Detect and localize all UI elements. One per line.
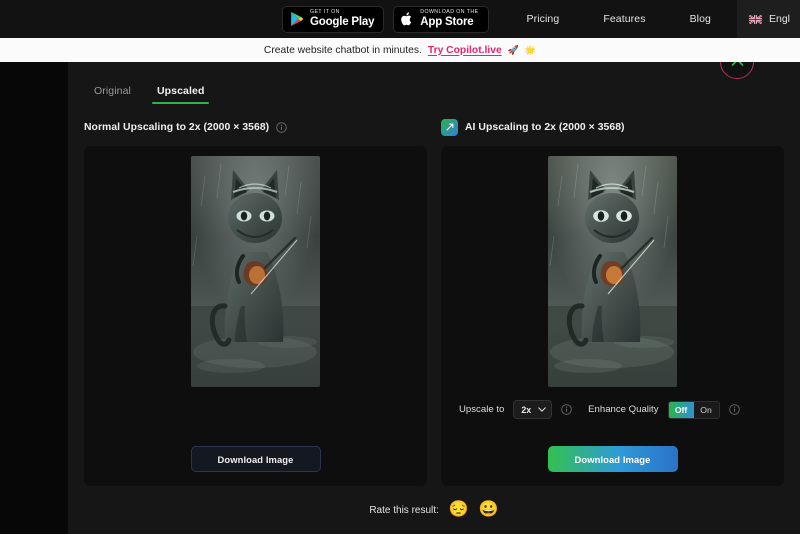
chevron-down-icon	[538, 407, 546, 412]
left-sidebar	[0, 62, 68, 534]
ai-upscaling-header: AI Upscaling to 2x (2000 × 3568)	[441, 117, 784, 137]
app-store-label: App Store	[420, 15, 474, 28]
promo-banner: Create website chatbot in minutes. Try C…	[0, 38, 800, 62]
tab-original[interactable]: Original	[84, 82, 141, 104]
enhance-quality-off-option[interactable]: Off	[668, 401, 694, 418]
sparkle-icon: 🌟	[524, 44, 537, 55]
uk-flag-icon	[748, 14, 762, 24]
upscale-factor-select[interactable]: 2x	[513, 400, 553, 419]
ai-upscaling-column: AI Upscaling to 2x (2000 × 3568) Upscale…	[441, 117, 784, 486]
enhance-quality-on-option[interactable]: On	[693, 401, 719, 418]
normal-upscaling-column: Normal Upscaling to 2x (2000 × 3568) Dow…	[84, 117, 427, 486]
ai-upscaling-title: AI Upscaling to 2x (2000 × 3568)	[465, 121, 625, 133]
cat-violinist-artwork	[191, 156, 320, 387]
nav-item-blog[interactable]: Blog	[668, 13, 733, 25]
expand-arrow-icon	[446, 123, 453, 131]
rate-result-row: Rate this result: 😔 😀	[68, 502, 800, 518]
nav-item-pricing[interactable]: Pricing	[505, 13, 582, 25]
app-window: GET IT ON Google Play Download on the Ap…	[0, 0, 800, 534]
tab-upscaled[interactable]: Upscaled	[147, 82, 215, 104]
top-navigation-bar: GET IT ON Google Play Download on the Ap…	[0, 0, 800, 38]
normal-upscaling-header: Normal Upscaling to 2x (2000 × 3568)	[84, 117, 427, 137]
info-circle-icon[interactable]	[276, 121, 287, 133]
language-label: Engl	[768, 13, 790, 25]
ai-upscaled-image[interactable]	[548, 156, 677, 387]
nav-item-features[interactable]: Features	[581, 13, 667, 25]
normal-upscaling-card: Download Image	[84, 146, 427, 486]
app-store-small-label: Download on the	[420, 8, 479, 15]
ai-upscaling-card: Upscale to 2x Enhance Quality Off On Dow…	[441, 146, 784, 486]
google-play-badge[interactable]: GET IT ON Google Play	[282, 5, 385, 33]
google-play-icon	[291, 12, 304, 26]
language-selector[interactable]: Engl	[736, 0, 800, 38]
cat-violinist-artwork-ai	[548, 156, 677, 387]
comparison-columns: Normal Upscaling to 2x (2000 × 3568) Dow…	[84, 117, 784, 486]
enhance-quality-label: Enhance Quality	[588, 404, 659, 415]
promo-link[interactable]: Try Copilot.live	[428, 45, 502, 56]
upscale-info-icon[interactable]	[561, 404, 572, 415]
enhance-quality-toggle[interactable]: Off On	[667, 400, 720, 419]
download-image-button-ai[interactable]: Download Image	[547, 446, 678, 472]
result-tabs: Original Upscaled	[84, 82, 214, 104]
download-image-button-normal[interactable]: Download Image	[190, 446, 321, 472]
upscale-to-label: Upscale to	[459, 404, 505, 415]
normal-upscaling-title: Normal Upscaling to 2x (2000 × 3568)	[84, 121, 270, 133]
main-content: Original Upscaled Normal Upscaling to 2x…	[68, 62, 800, 534]
store-badges: GET IT ON Google Play Download on the Ap…	[282, 5, 489, 33]
ai-expand-icon	[441, 118, 458, 136]
enhance-info-icon[interactable]	[728, 404, 740, 415]
google-play-label: Google Play	[310, 15, 375, 28]
rate-happy-emoji-button[interactable]: 😀	[479, 502, 499, 518]
google-play-small-label: GET IT ON	[310, 8, 340, 15]
promo-text: Create website chatbot in minutes.	[263, 44, 422, 56]
rocket-icon: 🚀	[507, 44, 519, 55]
rate-sad-emoji-button[interactable]: 😔	[449, 502, 469, 518]
app-body: Original Upscaled Normal Upscaling to 2x…	[0, 62, 800, 534]
ai-controls-row: Upscale to 2x Enhance Quality Off On	[451, 400, 774, 419]
app-store-badge[interactable]: Download on the App Store	[393, 5, 489, 33]
normal-upscaled-image[interactable]	[191, 156, 320, 387]
nav-links: Pricing Features Blog	[505, 13, 733, 25]
rate-result-label: Rate this result:	[369, 504, 439, 516]
upscale-factor-value: 2x	[521, 404, 532, 415]
apple-icon	[401, 12, 412, 26]
